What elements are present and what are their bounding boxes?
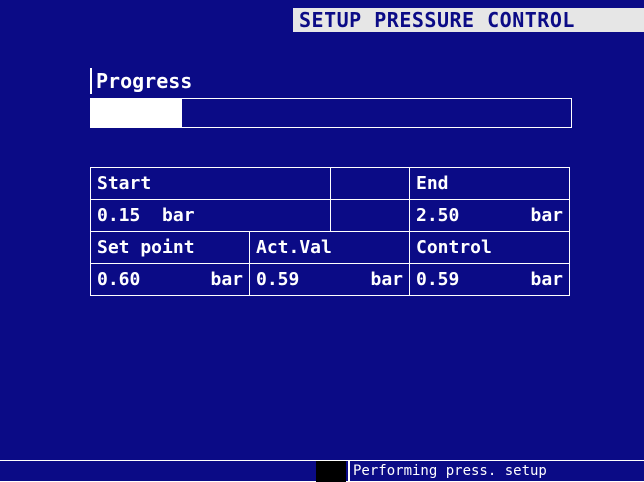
status-bar: Performing press. setup [0, 460, 644, 482]
end-label-cell: End [409, 167, 570, 200]
end-label: End [416, 173, 449, 194]
control-value-cell: 0.59 bar [409, 263, 570, 296]
actval-label: Act.Val [256, 237, 332, 258]
start-label: Start [97, 173, 152, 194]
end-value-cell: 2.50 bar [409, 199, 570, 232]
control-unit: bar [530, 269, 563, 290]
start-value: 0.15 [97, 205, 141, 226]
screen-title: SETUP PRESSURE CONTROL [293, 8, 644, 32]
end-value: 2.50 [416, 205, 460, 226]
control-value: 0.59 [416, 269, 460, 290]
actval-value-cell: 0.59 bar [249, 263, 410, 296]
setpoint-value-cell: 0.60 bar [90, 263, 250, 296]
status-message: Performing press. setup [348, 461, 547, 482]
control-label-cell: Control [409, 231, 570, 264]
progress-bar-fill [91, 99, 183, 127]
empty-value-cell [330, 199, 410, 232]
status-indicator-block [316, 461, 346, 482]
start-value-cell: 0.15 bar [90, 199, 331, 232]
setpoint-unit: bar [210, 269, 243, 290]
setpoint-value: 0.60 [97, 269, 141, 290]
start-label-cell: Start [90, 167, 331, 200]
setup-screen: SETUP PRESSURE CONTROL Progress Start En… [0, 0, 644, 482]
control-label: Control [416, 237, 492, 258]
end-unit: bar [530, 205, 563, 226]
progress-label: Progress [90, 68, 192, 94]
setpoint-label: Set point [97, 237, 195, 258]
actval-label-cell: Act.Val [249, 231, 410, 264]
progress-bar [90, 98, 572, 128]
actval-value: 0.59 [256, 269, 300, 290]
empty-header-cell [330, 167, 410, 200]
actval-unit: bar [370, 269, 403, 290]
setpoint-label-cell: Set point [90, 231, 250, 264]
start-unit: bar [162, 205, 195, 226]
